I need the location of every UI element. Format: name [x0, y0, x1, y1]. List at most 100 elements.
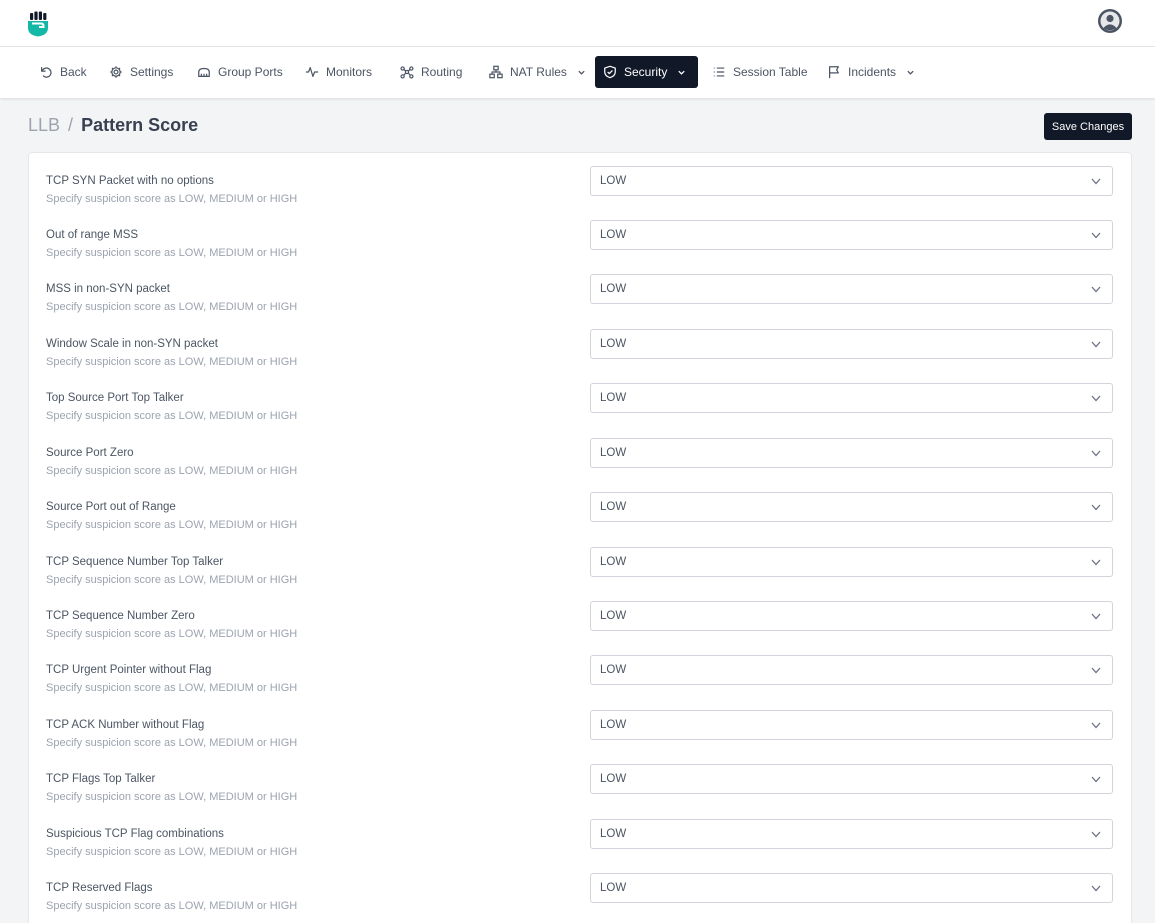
field-label: MSS in non-SYN packet — [46, 283, 171, 295]
breadcrumb-parent[interactable]: LLB — [28, 115, 60, 135]
nav-monitors-label: Monitors — [326, 65, 373, 79]
score-select-value: LOW — [600, 610, 627, 622]
nav-routing[interactable]: Routing — [392, 56, 470, 88]
chevron-down-icon — [1091, 450, 1101, 457]
field-label: TCP Urgent Pointer without Flag — [46, 664, 212, 676]
nav-security-label: Security — [624, 65, 668, 79]
score-select-value: LOW — [600, 338, 627, 350]
chevron-down-icon — [1091, 286, 1101, 293]
field-hint: Specify suspicion score as LOW, MEDIUM o… — [46, 356, 298, 368]
score-select-value: LOW — [600, 556, 627, 568]
chevron-down-icon — [1091, 831, 1101, 838]
score-select[interactable]: LOW — [590, 655, 1113, 685]
field-hint: Specify suspicion score as LOW, MEDIUM o… — [46, 628, 298, 640]
field-label: Top Source Port Top Talker — [46, 392, 184, 404]
network-icon — [489, 65, 503, 79]
gear-icon — [110, 66, 122, 78]
score-select-value: LOW — [600, 229, 627, 241]
field-hint: Specify suspicion score as LOW, MEDIUM o… — [46, 682, 298, 694]
score-select[interactable]: LOW — [590, 819, 1113, 849]
breadcrumb-separator: / — [68, 115, 74, 135]
form-row: Source Port out of Range Specify suspici… — [29, 492, 1133, 548]
chevron-down-icon — [1091, 722, 1101, 729]
field-hint: Specify suspicion score as LOW, MEDIUM o… — [46, 737, 298, 749]
score-select[interactable]: LOW — [590, 274, 1113, 304]
score-select[interactable]: LOW — [590, 710, 1113, 740]
nav-security[interactable]: Security — [595, 56, 698, 88]
chevron-down-icon — [678, 70, 686, 75]
score-select[interactable]: LOW — [590, 438, 1113, 468]
field-hint: Specify suspicion score as LOW, MEDIUM o… — [46, 465, 298, 477]
nav-incidents[interactable]: Incidents — [819, 56, 923, 88]
field-label: Source Port out of Range — [46, 501, 176, 513]
nav-group-ports[interactable]: Group Ports — [189, 56, 291, 88]
chevron-down-icon — [1091, 341, 1101, 348]
score-select-value: LOW — [600, 773, 627, 785]
score-select-value: LOW — [600, 664, 627, 676]
score-select[interactable]: LOW — [590, 873, 1113, 903]
form-row: MSS in non-SYN packet Specify suspicion … — [29, 274, 1133, 330]
chevron-down-icon — [1091, 885, 1101, 892]
field-hint: Specify suspicion score as LOW, MEDIUM o… — [46, 574, 298, 586]
nav-monitors[interactable]: Monitors — [297, 56, 380, 88]
nav-routing-label: Routing — [421, 65, 463, 79]
chevron-down-icon — [1091, 667, 1101, 674]
field-hint: Specify suspicion score as LOW, MEDIUM o… — [46, 791, 298, 803]
field-hint: Specify suspicion score as LOW, MEDIUM o… — [46, 301, 298, 313]
form-row: TCP Sequence Number Top Talker Specify s… — [29, 547, 1133, 603]
pulse-icon — [305, 67, 319, 77]
score-select-value: LOW — [600, 828, 627, 840]
nav-nat-rules-label: NAT Rules — [510, 65, 567, 79]
breadcrumb: LLB / Pattern Score — [28, 115, 198, 136]
score-select-value: LOW — [600, 175, 627, 187]
chevron-down-icon — [1091, 613, 1101, 620]
nodes-icon — [400, 66, 414, 79]
top-bar — [0, 0, 1155, 47]
field-label: TCP SYN Packet with no options — [46, 175, 214, 187]
save-changes-button[interactable]: Save Changes — [1044, 113, 1132, 140]
score-select-value: LOW — [600, 882, 627, 894]
score-select[interactable]: LOW — [590, 166, 1113, 196]
list-icon — [713, 67, 725, 77]
form-row: TCP ACK Number without Flag Specify susp… — [29, 710, 1133, 766]
shield-check-icon — [604, 65, 616, 79]
score-select[interactable]: LOW — [590, 764, 1113, 794]
nav-settings-label: Settings — [130, 65, 174, 79]
nav-group-ports-label: Group Ports — [218, 65, 283, 79]
field-label: TCP Reserved Flags — [46, 882, 153, 894]
nav-back-label: Back — [60, 65, 87, 79]
chevron-down-icon — [1091, 559, 1101, 566]
score-select-value: LOW — [600, 501, 627, 513]
score-select[interactable]: LOW — [590, 220, 1113, 250]
score-select[interactable]: LOW — [590, 547, 1113, 577]
chevron-down-icon — [578, 70, 585, 75]
score-select-value: LOW — [600, 447, 627, 459]
nav-session-table-label: Session Table — [733, 65, 808, 79]
chevron-down-icon — [907, 70, 914, 75]
field-label: Suspicious TCP Flag combinations — [46, 828, 224, 840]
user-avatar[interactable] — [1098, 9, 1122, 33]
field-hint: Specify suspicion score as LOW, MEDIUM o… — [46, 247, 298, 259]
score-select[interactable]: LOW — [590, 329, 1113, 359]
brand-logo-icon[interactable] — [27, 11, 49, 37]
field-hint: Specify suspicion score as LOW, MEDIUM o… — [46, 846, 298, 858]
score-select[interactable]: LOW — [590, 601, 1113, 631]
user-icon — [1099, 10, 1121, 32]
score-select[interactable]: LOW — [590, 492, 1113, 522]
form-row: TCP Sequence Number Zero Specify suspici… — [29, 601, 1133, 657]
chevron-down-icon — [1091, 232, 1101, 239]
form-row: Out of range MSS Specify suspicion score… — [29, 220, 1133, 276]
nav-back[interactable]: Back — [31, 56, 95, 88]
nav-nat-rules[interactable]: NAT Rules — [481, 56, 594, 88]
nav-settings[interactable]: Settings — [101, 56, 181, 88]
field-label: TCP Sequence Number Zero — [46, 610, 195, 622]
main-navigation: Back Settings Group Ports Monitors Routi… — [0, 47, 1155, 98]
undo-icon — [41, 67, 52, 78]
score-select-value: LOW — [600, 283, 627, 295]
score-select[interactable]: LOW — [590, 383, 1113, 413]
nav-session-table[interactable]: Session Table — [704, 56, 816, 88]
flag-icon — [829, 66, 839, 79]
field-hint: Specify suspicion score as LOW, MEDIUM o… — [46, 900, 298, 912]
pattern-score-form: TCP SYN Packet with no options Specify s… — [28, 152, 1132, 923]
chevron-down-icon — [1091, 395, 1101, 402]
